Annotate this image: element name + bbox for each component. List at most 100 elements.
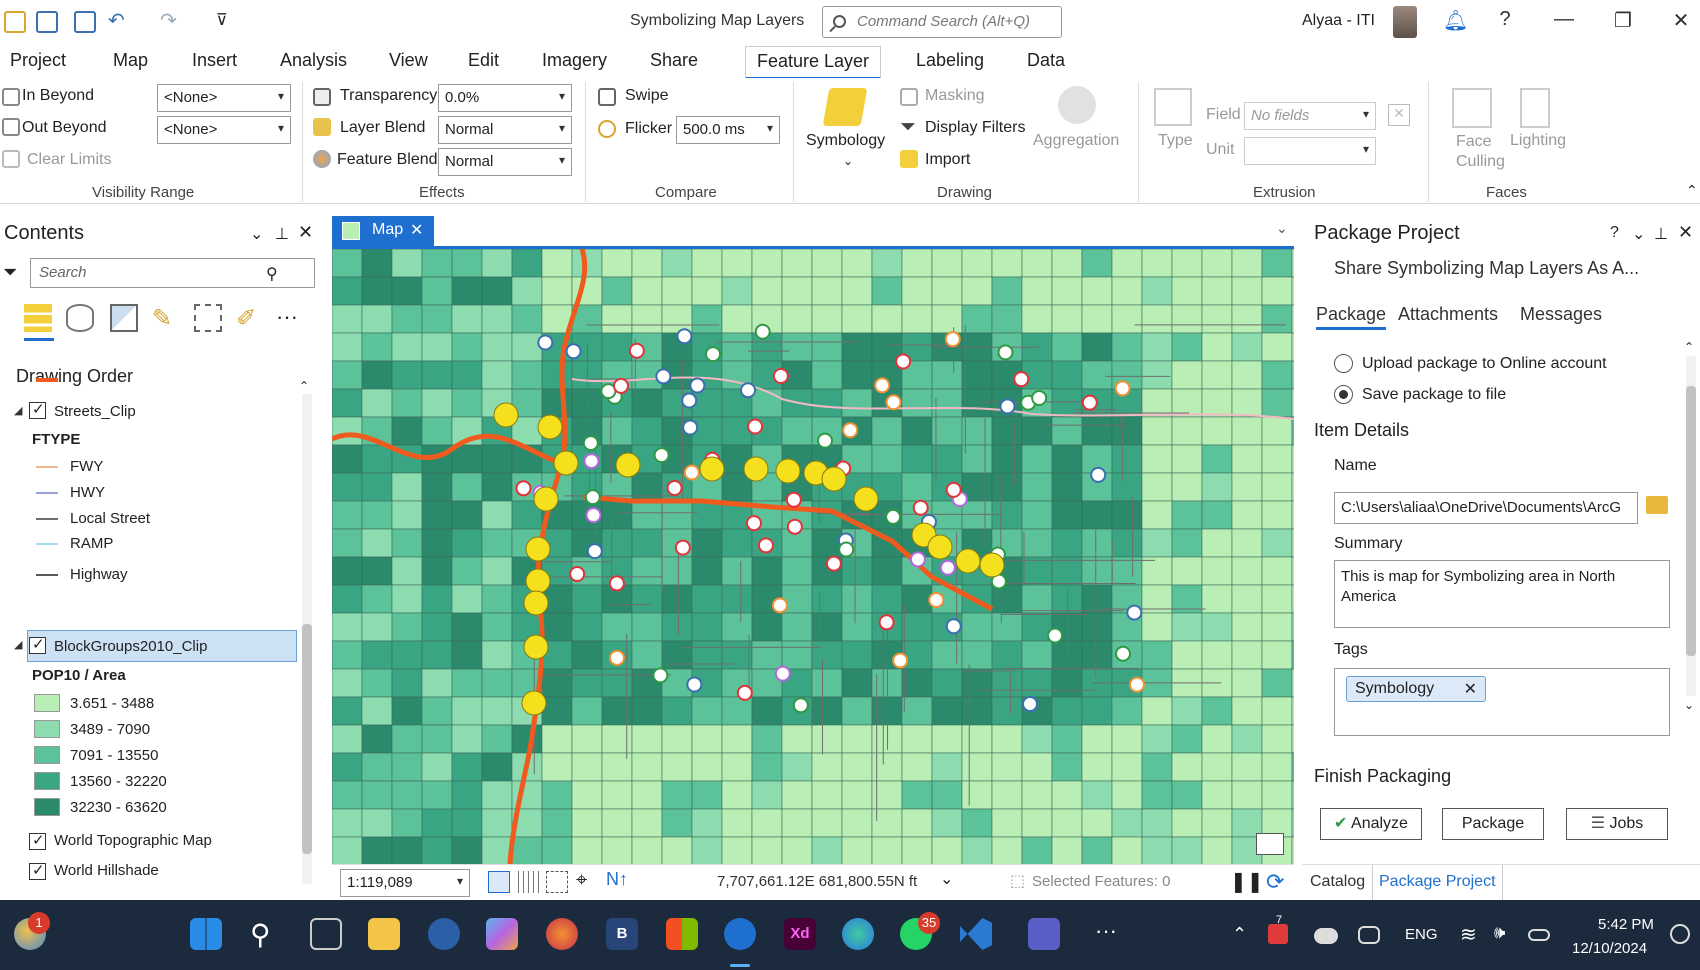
poi-marker[interactable]: [1114, 380, 1131, 397]
transit-stop[interactable]: [523, 634, 549, 660]
chevron-down-icon[interactable]: ⌄: [843, 154, 853, 168]
poi-marker[interactable]: [838, 541, 855, 558]
poi-marker[interactable]: [1013, 371, 1030, 388]
layer-streets-clip[interactable]: Streets_Clip: [54, 403, 136, 420]
poi-marker[interactable]: [754, 323, 771, 340]
poi-marker[interactable]: [874, 377, 891, 394]
name-input[interactable]: C:\Users\aliaa\OneDrive\Documents\ArcG: [1334, 492, 1638, 524]
transit-stop[interactable]: [525, 536, 551, 562]
vscode-icon[interactable]: [960, 918, 992, 950]
pause-drawing-icon[interactable]: ❚❚: [1230, 869, 1264, 894]
display-filters-button[interactable]: Display Filters: [925, 119, 1025, 137]
upload-online-radio[interactable]: [1334, 354, 1353, 373]
selected-features-count[interactable]: Selected Features: 0: [1032, 873, 1170, 890]
browse-folder-icon[interactable]: [1646, 496, 1668, 514]
tab-attachments[interactable]: Attachments: [1398, 304, 1498, 325]
north-arrow-icon[interactable]: N↑: [606, 869, 628, 890]
avatar[interactable]: [1393, 6, 1417, 38]
refresh-icon[interactable]: ⟳: [1266, 869, 1284, 895]
poi-marker[interactable]: [682, 419, 699, 436]
layer-world-hillshade[interactable]: World Hillshade: [54, 862, 159, 879]
poi-marker[interactable]: [565, 343, 582, 360]
arcgis-pro-icon[interactable]: [724, 918, 756, 950]
list-by-editing-icon[interactable]: ✎: [152, 304, 180, 332]
poi-marker[interactable]: [885, 508, 902, 525]
poi-marker[interactable]: [515, 480, 532, 497]
microsoft-store-icon[interactable]: [666, 918, 698, 950]
command-search-input[interactable]: Command Search (Alt+Q): [822, 6, 1062, 38]
symbology-button[interactable]: Symbology: [806, 132, 885, 150]
poi-marker[interactable]: [892, 652, 909, 669]
poi-marker[interactable]: [655, 368, 672, 385]
transit-stop[interactable]: [553, 450, 579, 476]
transit-stop[interactable]: [775, 458, 801, 484]
file-explorer-icon[interactable]: [368, 918, 400, 950]
help-icon[interactable]: ?: [1610, 224, 1619, 242]
in-beyond-label[interactable]: In Beyond: [22, 87, 94, 105]
poi-marker[interactable]: [569, 565, 586, 582]
poi-marker[interactable]: [945, 618, 962, 635]
poi-marker[interactable]: [537, 334, 554, 351]
poi-marker[interactable]: [705, 346, 722, 363]
poi-marker[interactable]: [653, 447, 670, 464]
face-culling-button[interactable]: Face Culling: [1456, 132, 1516, 172]
more-apps-icon[interactable]: ···: [1090, 918, 1122, 950]
lighting-button[interactable]: Lighting: [1510, 132, 1566, 150]
battery-icon[interactable]: [1528, 929, 1550, 941]
poi-marker[interactable]: [878, 614, 895, 631]
tab-insert[interactable]: Insert: [192, 50, 237, 71]
notifications-icon[interactable]: [1670, 924, 1690, 944]
unit-dropdown[interactable]: [1244, 137, 1376, 165]
poi-marker[interactable]: [825, 555, 842, 572]
jobs-button[interactable]: ☰ Jobs: [1566, 808, 1668, 840]
transit-stop[interactable]: [979, 552, 1005, 578]
poi-marker[interactable]: [997, 344, 1014, 361]
transit-stop[interactable]: [523, 590, 549, 616]
import-button[interactable]: Import: [925, 151, 970, 169]
help-icon[interactable]: ?: [1490, 8, 1520, 31]
tab-data[interactable]: Data: [1027, 50, 1065, 71]
poi-marker[interactable]: [774, 665, 791, 682]
hillshade-visibility-checkbox[interactable]: [29, 861, 46, 880]
close-icon[interactable]: ✕: [1678, 222, 1693, 243]
scroll-up-icon[interactable]: ⌃: [1684, 340, 1694, 354]
tab-imagery[interactable]: Imagery: [542, 50, 607, 71]
contents-scrollbar[interactable]: [302, 394, 312, 884]
in-beyond-dropdown[interactable]: <None>: [157, 84, 291, 112]
collapse-ribbon-icon[interactable]: ⌃: [1686, 182, 1698, 199]
poi-marker[interactable]: [792, 697, 809, 714]
topographic-visibility-checkbox[interactable]: [29, 831, 46, 850]
layer-world-topographic-map[interactable]: World Topographic Map: [54, 832, 212, 849]
close-button[interactable]: ✕: [1666, 8, 1696, 33]
flicker-rate-stepper[interactable]: 500.0 ms: [676, 116, 780, 144]
map-view-tab[interactable]: Map ✕: [332, 216, 434, 246]
clock-date[interactable]: 12/10/2024: [1572, 940, 1647, 957]
transit-stop[interactable]: [525, 568, 551, 594]
show-hidden-icons[interactable]: ⌃: [1232, 924, 1247, 945]
adobe-xd-icon[interactable]: Xd: [784, 918, 816, 950]
poi-marker[interactable]: [608, 575, 625, 592]
snapping-icon[interactable]: [546, 871, 568, 893]
new-project-icon[interactable]: [4, 11, 26, 33]
transit-stop[interactable]: [743, 456, 769, 482]
poi-marker[interactable]: [1115, 645, 1132, 662]
poi-marker[interactable]: [945, 481, 962, 498]
poi-marker[interactable]: [584, 489, 601, 506]
poi-marker[interactable]: [885, 394, 902, 411]
language-indicator[interactable]: ENG: [1405, 926, 1438, 943]
volume-icon[interactable]: 🕪︎: [1494, 922, 1505, 943]
transit-stop[interactable]: [533, 486, 559, 512]
notification-bell-icon[interactable]: 🔔︎: [1443, 8, 1468, 33]
poi-marker[interactable]: [747, 418, 764, 435]
masking-button[interactable]: Masking: [925, 87, 985, 105]
clock-time[interactable]: 5:42 PM: [1598, 916, 1654, 933]
poi-marker[interactable]: [785, 491, 802, 508]
list-by-drawing-order-icon[interactable]: [24, 304, 52, 332]
transit-stop[interactable]: [537, 414, 563, 440]
save-to-file-radio[interactable]: [1334, 385, 1353, 404]
out-beyond-label[interactable]: Out Beyond: [22, 119, 107, 137]
blockgroups-visibility-checkbox[interactable]: [29, 635, 46, 654]
poi-marker[interactable]: [582, 435, 599, 452]
search-icon[interactable]: ⚲: [266, 264, 278, 284]
poi-marker[interactable]: [1128, 676, 1145, 693]
